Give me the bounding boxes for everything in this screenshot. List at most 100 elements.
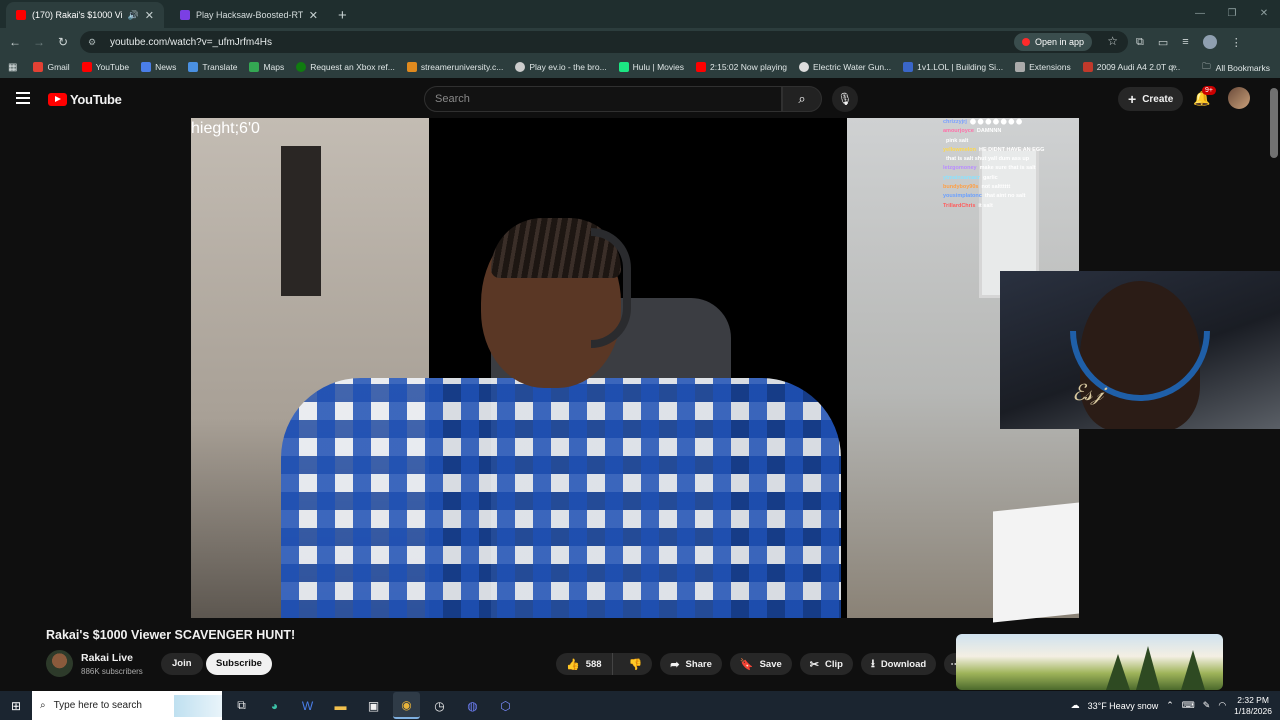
speaker-icon[interactable]: 🔊 <box>128 10 139 21</box>
bookmark-label: Request an Xbox ref... <box>310 62 395 72</box>
account-avatar[interactable] <box>1228 87 1250 109</box>
chat-message: yellowmelon HE DIDNT HAVE AN EGG <box>943 146 1079 155</box>
store-icon[interactable]: ▣ <box>360 692 387 719</box>
cast-icon[interactable]: ▭ <box>1158 36 1168 49</box>
profile-avatar[interactable] <box>1202 35 1217 49</box>
recommended-video-thumbnail[interactable] <box>956 634 1223 690</box>
pen-icon[interactable]: ✎ <box>1203 700 1211 711</box>
chat-message: pink salt <box>943 137 1079 146</box>
search-button[interactable]: ⌕ <box>782 86 822 112</box>
chat-message: bundyboy90s not saltttttt <box>943 183 1079 192</box>
create-button[interactable]: + Create <box>1118 87 1184 111</box>
taskbar-search-input[interactable]: ⌕ Type here to search <box>32 691 222 720</box>
all-bookmarks-button[interactable]: 🗀 All Bookmarks <box>1202 61 1270 75</box>
page-scrollbar[interactable] <box>1270 88 1278 158</box>
bookmark-item[interactable]: 2009 Audi A4 2.0T q... <box>1082 62 1180 72</box>
bookmark-item[interactable]: 2:15:02 Now playing <box>696 62 787 72</box>
windows-start-icon[interactable]: ⊞ <box>0 699 32 713</box>
tray-chevron-icon[interactable]: ⌃ <box>1166 700 1174 711</box>
extensions-icon[interactable]: ⧉ <box>1136 36 1144 49</box>
back-icon[interactable]: ← <box>3 35 27 49</box>
new-tab-button[interactable]: + <box>338 2 347 28</box>
file-explorer-icon[interactable]: ▬ <box>327 692 354 719</box>
clock-date: 1/18/2026 <box>1234 705 1272 716</box>
system-tray: ☁ 33°F Heavy snow ⌃ ⌨ ✎ ◠ 2:32 PM 1/18/2… <box>1071 691 1280 720</box>
close-tab-icon[interactable]: ✕ <box>145 9 154 22</box>
bookmark-item[interactable]: Translate <box>188 62 237 72</box>
address-toolbar: ← → ↻ ⚙ youtube.com/watch?v=_ufmJrfm4Hs … <box>0 28 1280 56</box>
notifications-button[interactable]: 🔔 9+ <box>1193 86 1216 107</box>
chat-username: letzgomoney <box>943 165 977 172</box>
app-icon[interactable]: ⬡ <box>492 692 519 719</box>
bookmark-item[interactable]: streameruniversity.c... <box>406 62 503 72</box>
bookmark-label: Extensions <box>1029 62 1071 72</box>
discord-icon[interactable]: ◍ <box>459 692 486 719</box>
join-button[interactable]: Join <box>161 653 203 675</box>
edge-icon[interactable]: ◕ <box>261 692 288 719</box>
chrome-icon[interactable]: ◉ <box>393 692 420 719</box>
chat-username: yellowmelon <box>943 146 977 153</box>
task-view-icon[interactable]: ⧉ <box>228 692 255 719</box>
browser-tabbar: (170) Rakai's $1000 Viewer 🔊 ✕ Play Hack… <box>0 0 1280 28</box>
video-player[interactable]: hieght;6'0 chrizzyjrj ⬤ ⬤ ⬤ ⬤ ⬤ ⬤ ⬤ amourj… <box>191 118 1079 618</box>
bookmark-item[interactable]: Electric Water Gun... <box>799 62 891 72</box>
reading-list-icon[interactable]: ≡ <box>1182 36 1188 48</box>
search-input[interactable]: Search <box>424 86 782 112</box>
menu-icon[interactable]: ⋮ <box>1231 36 1242 49</box>
chat-text: pink salt <box>946 137 969 144</box>
reload-icon[interactable]: ↻ <box>51 35 75 49</box>
clock-app-icon[interactable]: ◷ <box>426 692 453 719</box>
keyboard-icon[interactable]: ⌨ <box>1182 700 1195 711</box>
chat-message: amourjoyce DAMNNN <box>943 127 1079 136</box>
wifi-icon[interactable]: ◠ <box>1218 700 1226 711</box>
youtube-logo[interactable]: YouTube <box>48 92 122 107</box>
notification-badge: 9+ <box>1202 86 1216 95</box>
bookmark-item[interactable]: News <box>141 62 176 72</box>
word-icon[interactable]: W <box>294 692 321 719</box>
close-tab-icon[interactable]: ✕ <box>309 9 318 22</box>
download-button[interactable]: ⭳ Download <box>860 653 937 675</box>
bookmark-item[interactable]: Extensions <box>1015 62 1071 72</box>
restore-icon[interactable]: ❐ <box>1216 0 1248 28</box>
more-bookmarks-icon[interactable]: » <box>1172 61 1177 71</box>
url-bar[interactable]: ⚙ youtube.com/watch?v=_ufmJrfm4Hs Open i… <box>80 31 1128 53</box>
thumbnail-tree <box>1136 646 1160 690</box>
site-info-icon[interactable]: ⚙ <box>88 37 100 48</box>
bookmark-item[interactable]: Gmail <box>33 62 70 72</box>
hamburger-menu-icon[interactable] <box>16 92 30 104</box>
youtube-play-icon <box>48 93 67 106</box>
bookmark-label: Electric Water Gun... <box>813 62 892 72</box>
save-button[interactable]: 🔖 Save <box>729 653 792 675</box>
open-in-app-button[interactable]: Open in app <box>1013 33 1092 51</box>
video-scene-door <box>281 146 321 296</box>
clip-label: Clip <box>825 658 843 670</box>
dislike-button[interactable]: 👎 <box>619 658 653 671</box>
taskbar-search-placeholder: Type here to search <box>53 700 142 711</box>
channel-name[interactable]: Rakai Live <box>81 652 133 664</box>
chat-username: ytmainsamacr <box>943 174 980 181</box>
bookmark-item[interactable]: Play ev.io - the bro... <box>515 62 607 72</box>
tab-hacksaw[interactable]: Play Hacksaw-Boosted-RTP Ca ✕ <box>170 2 328 28</box>
bookmark-item[interactable]: YouTube <box>81 62 129 72</box>
bookmark-item[interactable]: Hulu | Movies <box>618 62 684 72</box>
like-button[interactable]: 👍 588 <box>556 653 613 675</box>
minimize-icon[interactable]: — <box>1184 0 1216 28</box>
bookmark-item[interactable]: Maps <box>249 62 284 72</box>
weather-text[interactable]: 33°F Heavy snow <box>1088 701 1159 711</box>
shirt-print-logo: ℰ𝓈𝒿 <box>1072 381 1103 406</box>
subscribe-button[interactable]: Subscribe <box>206 653 272 675</box>
clip-button[interactable]: ✂ Clip <box>799 653 853 675</box>
bookmark-star-icon[interactable]: ☆ <box>1107 34 1118 48</box>
channel-avatar[interactable] <box>46 650 73 677</box>
voice-search-button[interactable]: 🎙 <box>832 86 858 112</box>
chat-message: chrizzyjrj ⬤ ⬤ ⬤ ⬤ ⬤ ⬤ ⬤ <box>943 118 1079 127</box>
forward-icon[interactable]: → <box>27 35 51 49</box>
bookmark-item[interactable]: Request an Xbox ref... <box>296 62 395 72</box>
all-bookmarks-label: All Bookmarks <box>1215 63 1270 73</box>
tab-youtube[interactable]: (170) Rakai's $1000 Viewer 🔊 ✕ <box>6 2 164 28</box>
apps-grid-icon[interactable]: ▦ <box>8 62 17 73</box>
taskbar-clock[interactable]: 2:32 PM 1/18/2026 <box>1234 695 1272 717</box>
bookmark-item[interactable]: 1v1.LOL | Building Si... <box>903 62 1003 72</box>
share-button[interactable]: ➦ Share <box>660 653 722 675</box>
close-window-icon[interactable]: ✕ <box>1248 0 1280 28</box>
